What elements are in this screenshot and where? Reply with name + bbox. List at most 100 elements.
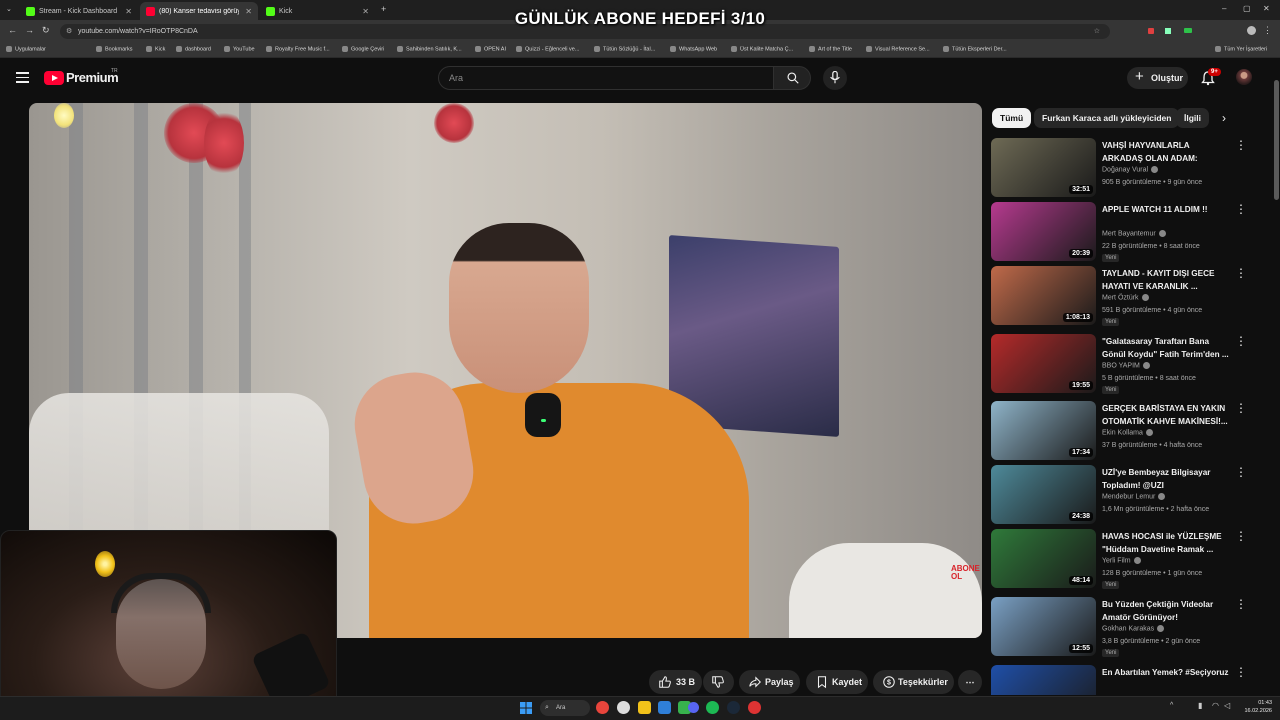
tray-chevron-icon[interactable]: ^	[1170, 702, 1173, 709]
recommendation-title[interactable]: En Abartılan Yemek? #Seçiyoruz	[1102, 667, 1230, 680]
recommendation-channel[interactable]: Gokhan Karakas	[1102, 625, 1165, 632]
file-explorer-icon[interactable]	[638, 701, 651, 714]
search-input[interactable]: Ara	[438, 66, 774, 90]
video-thumbnail[interactable]: 1:08:13	[991, 266, 1096, 325]
volume-icon[interactable]: ◁	[1224, 701, 1230, 710]
video-thumbnail[interactable]: 48:14	[991, 529, 1096, 588]
bookmark-item[interactable]: Google Çeviri	[342, 46, 384, 52]
bookmark-item[interactable]: Bookmarks	[96, 46, 133, 52]
more-vertical-icon[interactable]: ⋮	[1235, 598, 1247, 610]
recommendation-title[interactable]: Bu Yüzden Çektiğin Videolar Amatör Görün…	[1102, 599, 1230, 624]
channel-name: Mert Bayantemur	[1102, 230, 1156, 238]
taskbar-search[interactable]: ⌕ Ara	[540, 700, 590, 716]
more-vertical-icon[interactable]: ⋮	[1235, 139, 1247, 151]
recommendation-item[interactable]: 24:38 UZİ'ye Bembeyaz Bilgisayar Topladım…	[991, 465, 1261, 527]
wifi-icon[interactable]: ◠	[1212, 701, 1219, 710]
recommendation-item[interactable]: 19:55 "Galatasaray Taraftarı Bana Gönül K…	[991, 334, 1261, 396]
recommendation-item[interactable]: 32:51 VAHŞİ HAYVANLARLA ARKADAŞ OLAN ADAM…	[991, 138, 1261, 200]
video-thumbnail[interactable]: 20:39	[991, 202, 1096, 261]
bookmark-item[interactable]: Tütün Eksperleri Der...	[943, 46, 1007, 52]
thanks-button[interactable]: $ Teşekkürler	[873, 670, 954, 694]
recommendation-channel[interactable]: Doğanay Vural	[1102, 166, 1159, 173]
lightbulb-icon	[95, 551, 115, 577]
more-vertical-icon[interactable]: ⋮	[1235, 530, 1247, 542]
chip-related[interactable]: İlgili	[1176, 108, 1209, 128]
recommendation-title[interactable]: UZİ'ye Bembeyaz Bilgisayar Topladım! @UZ…	[1102, 467, 1230, 492]
scrollbar-thumb[interactable]	[1274, 80, 1279, 200]
recommendation-title[interactable]: TAYLAND - KAYIT DIŞI GECE HAYATI VE KARA…	[1102, 268, 1230, 293]
bookmark-item[interactable]: Visual Reference Se...	[866, 46, 930, 52]
share-button[interactable]: Paylaş	[739, 670, 800, 694]
bookmark-item[interactable]: Kick	[146, 46, 165, 52]
recommendation-channel[interactable]: Ekin Kollama	[1102, 429, 1153, 436]
more-vertical-icon[interactable]: ⋮	[1235, 666, 1247, 678]
video-thumbnail[interactable]: 32:51	[991, 138, 1096, 197]
like-button[interactable]: 33 B	[649, 670, 702, 694]
avatar[interactable]	[1236, 69, 1252, 85]
recommendation-item[interactable]: En Abartılan Yemek? #Seçiyoruz ⋮	[991, 665, 1261, 695]
video-thumbnail[interactable]: 12:55	[991, 597, 1096, 656]
bookmark-item[interactable]: WhatsApp Web	[670, 46, 717, 52]
youtube-logo-icon[interactable]	[44, 71, 64, 85]
more-vertical-icon[interactable]: ⋮	[1235, 466, 1247, 478]
recommendation-item[interactable]: 17:34 GERÇEK BARİSTAYA EN YAKIN OTOMATİK …	[991, 401, 1261, 463]
more-vertical-icon[interactable]: ⋮	[1235, 267, 1247, 279]
recommendation-channel[interactable]: Mert Öztürk	[1102, 294, 1149, 301]
bookmark-item[interactable]: dashboard	[176, 46, 211, 52]
video-thumbnail[interactable]: 19:55	[991, 334, 1096, 393]
more-vertical-icon[interactable]: ⋮	[1235, 335, 1247, 347]
bookmark-item[interactable]: Üst Kalite Matcha Ç...	[731, 46, 793, 52]
bookmark-item[interactable]: Uygulamalar	[6, 46, 46, 52]
bookmark-item[interactable]: YouTube	[224, 46, 255, 52]
obs-icon[interactable]	[748, 701, 761, 714]
video-duration: 32:51	[1069, 185, 1093, 194]
discord-icon[interactable]	[688, 702, 699, 713]
recommendation-channel[interactable]: Mert Bayantemur	[1102, 230, 1166, 237]
video-thumbnail[interactable]: 17:34	[991, 401, 1096, 460]
more-actions-button[interactable]: ⋯	[958, 670, 982, 694]
windows-start-icon[interactable]	[520, 702, 532, 714]
recommendation-title[interactable]: VAHŞİ HAYVANLARLA ARKADAŞ OLAN ADAM: ÇOB…	[1102, 140, 1230, 166]
chevron-right-icon[interactable]: ›	[1222, 111, 1226, 125]
recommendation-title[interactable]: HAVAS HOCASI ile YÜZLEŞME "Hüddam Daveti…	[1102, 531, 1230, 556]
bookmark-item[interactable]: OPEN AI	[475, 46, 506, 52]
recommendation-title[interactable]: GERÇEK BARİSTAYA EN YAKIN OTOMATİK KAHVE…	[1102, 403, 1230, 428]
app-icon[interactable]	[658, 701, 671, 714]
recommendation-channel[interactable]: Yerli Film	[1102, 557, 1141, 564]
recommendation-title[interactable]: APPLE WATCH 11 ALDIM !!	[1102, 204, 1230, 217]
bookmark-item[interactable]: Tüm Yer İşaretleri	[1215, 46, 1267, 52]
bookmark-item[interactable]: Tütün Sözlüğü - İtal...	[594, 46, 655, 52]
bookmark-item[interactable]: Art of the Title	[809, 46, 852, 52]
recommendation-title[interactable]: "Galatasaray Taraftarı Bana Gönül Koydu"…	[1102, 336, 1230, 361]
chip-from-uploader[interactable]: Furkan Karaca adlı yükleyiciden	[1034, 108, 1180, 128]
save-button[interactable]: Kaydet	[806, 670, 868, 694]
create-button[interactable]: Oluştur	[1127, 66, 1188, 89]
chip-all[interactable]: Tümü	[992, 108, 1032, 128]
steam-icon[interactable]	[727, 701, 740, 714]
recommendation-channel[interactable]: Mendebur Lemur	[1102, 493, 1166, 500]
bookmark-item[interactable]: Quizzi - Eğlenceli ve...	[516, 46, 579, 52]
video-thumbnail[interactable]	[991, 665, 1096, 695]
search-placeholder: Ara	[449, 73, 464, 83]
more-vertical-icon[interactable]: ⋮	[1235, 203, 1247, 215]
channel-watermark-icon[interactable]: ABONE OL	[951, 565, 980, 591]
menu-icon[interactable]	[16, 72, 29, 83]
recommendation-item[interactable]: 20:39 APPLE WATCH 11 ALDIM !! Mert Bayante…	[991, 202, 1261, 264]
video-thumbnail[interactable]: 24:38	[991, 465, 1096, 524]
recommendation-meta: 5 B görüntüleme • 8 saat önce	[1102, 375, 1196, 382]
recommendation-channel[interactable]: BBO YAPIM	[1102, 362, 1150, 369]
taskbar-clock[interactable]: 01:43 16.02.2026	[1236, 699, 1272, 715]
voice-search-button[interactable]	[823, 66, 847, 90]
recommendation-item[interactable]: 1:08:13 TAYLAND - KAYIT DIŞI GECE HAYATI …	[991, 266, 1261, 328]
recommendation-item[interactable]: 48:14 HAVAS HOCASI ile YÜZLEŞME "Hüddam D…	[991, 529, 1261, 591]
bookmark-item[interactable]: Royalty Free Music f...	[266, 46, 330, 52]
dislike-button[interactable]	[703, 670, 734, 694]
more-vertical-icon[interactable]: ⋮	[1235, 402, 1247, 414]
app-icon[interactable]	[617, 701, 630, 714]
search-button[interactable]	[773, 66, 811, 90]
chrome-icon[interactable]	[596, 701, 609, 714]
recommendation-meta: 22 B görüntüleme • 8 saat önce	[1102, 243, 1200, 250]
spotify-icon[interactable]	[706, 701, 719, 714]
bookmark-item[interactable]: Sahibinden Satılık, K...	[397, 46, 462, 52]
recommendation-item[interactable]: 12:55 Bu Yüzden Çektiğin Videolar Amatör …	[991, 597, 1261, 659]
